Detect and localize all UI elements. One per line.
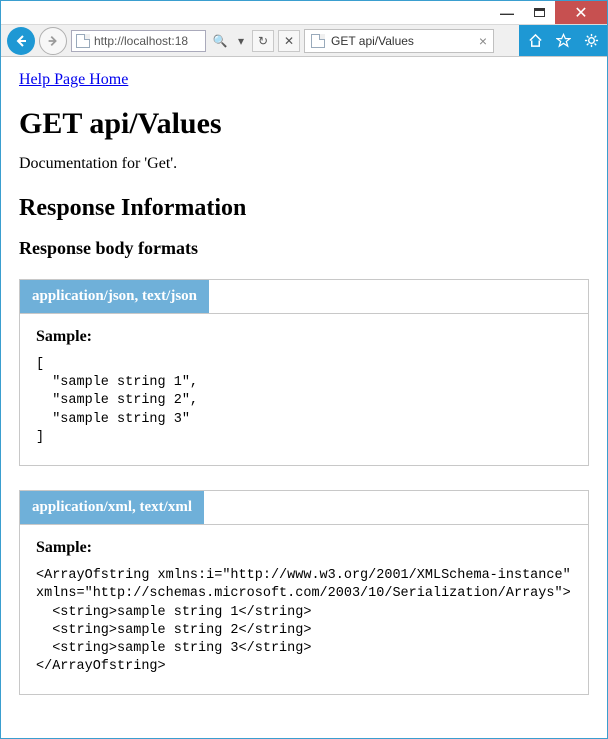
tab-title: GET api/Values — [331, 34, 473, 48]
tab-close-button[interactable]: × — [479, 33, 487, 49]
panel-body: Sample: <ArrayOfstring xmlns:i="http://w… — [20, 525, 588, 694]
panel-header-wrap: application/json, text/json — [20, 280, 588, 314]
refresh-button[interactable]: ↻ — [252, 30, 274, 52]
favorites-icon[interactable] — [553, 33, 573, 48]
sample-label: Sample: — [36, 539, 572, 557]
address-dropdown[interactable]: ▾ — [234, 34, 248, 48]
format-panel-json: application/json, text/json Sample: [ "s… — [19, 279, 589, 466]
page-doc: Documentation for 'Get'. — [19, 155, 589, 173]
home-icon[interactable] — [525, 33, 545, 48]
search-icon[interactable]: 🔍 — [210, 34, 230, 48]
panel-header-wrap: application/xml, text/xml — [20, 491, 588, 525]
tools-icon[interactable] — [581, 33, 601, 48]
maximize-button[interactable] — [523, 1, 555, 24]
browser-window: — ✕ http://localhost:18 🔍 ▾ ↻ ✕ GET api/… — [0, 0, 608, 739]
forward-button[interactable] — [39, 27, 67, 55]
panel-body: Sample: [ "sample string 1", "sample str… — [20, 314, 588, 465]
subsection-title: Response body formats — [19, 238, 589, 259]
titlebar: — ✕ — [1, 1, 607, 25]
page-title: GET api/Values — [19, 107, 589, 141]
sample-code: [ "sample string 1", "sample string 2", … — [36, 356, 572, 447]
address-bar[interactable]: http://localhost:18 — [71, 30, 206, 52]
address-text: http://localhost:18 — [94, 34, 188, 48]
close-button[interactable]: ✕ — [555, 1, 607, 24]
format-panel-xml: application/xml, text/xml Sample: <Array… — [19, 490, 589, 695]
stop-button[interactable]: ✕ — [278, 30, 300, 52]
minimize-button[interactable]: — — [491, 1, 523, 24]
section-title: Response Information — [19, 195, 589, 222]
browser-tab[interactable]: GET api/Values × — [304, 29, 494, 53]
page-content: Help Page Home GET api/Values Documentat… — [1, 57, 607, 738]
page-icon — [311, 34, 325, 48]
sample-code: <ArrayOfstring xmlns:i="http://www.w3.or… — [36, 567, 572, 676]
toolbar-right — [519, 25, 607, 56]
page-icon — [76, 34, 90, 48]
help-home-link[interactable]: Help Page Home — [19, 71, 128, 88]
panel-header: application/json, text/json — [20, 280, 209, 313]
sample-label: Sample: — [36, 328, 572, 346]
panel-header: application/xml, text/xml — [20, 491, 204, 524]
browser-toolbar: http://localhost:18 🔍 ▾ ↻ ✕ GET api/Valu… — [1, 25, 607, 57]
back-button[interactable] — [7, 27, 35, 55]
